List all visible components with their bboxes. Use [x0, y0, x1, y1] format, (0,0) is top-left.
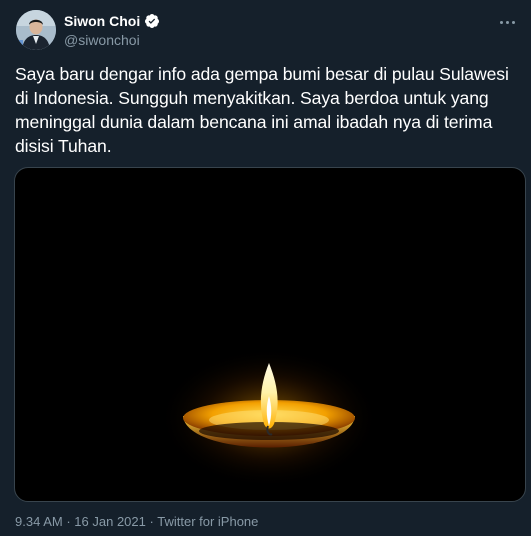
tweet-text: Saya baru dengar info ada gempa bumi bes… — [15, 64, 509, 156]
tweet-media-image[interactable] — [14, 167, 526, 502]
verified-badge-icon — [144, 13, 160, 29]
name-row: Siwon Choi — [64, 12, 160, 30]
meta-separator: · — [149, 514, 154, 529]
avatar[interactable] — [16, 10, 56, 50]
tweet-meta: 9.34 AM · 16 Jan 2021 · Twitter for iPho… — [15, 513, 258, 531]
tweet-date[interactable]: 16 Jan 2021 — [74, 514, 146, 529]
display-name[interactable]: Siwon Choi — [64, 12, 140, 30]
more-options-icon[interactable] — [495, 12, 519, 32]
author-info: Siwon Choi @siwonchoi — [64, 12, 160, 49]
tweet-time[interactable]: 9.34 AM — [15, 514, 63, 529]
candle-image — [159, 348, 379, 488]
tweet-source[interactable]: Twitter for iPhone — [157, 514, 258, 529]
tweet-card: Siwon Choi @siwonchoi Saya baru dengar i… — [0, 0, 531, 536]
meta-separator: · — [66, 514, 71, 529]
handle[interactable]: @siwonchoi — [64, 31, 160, 49]
